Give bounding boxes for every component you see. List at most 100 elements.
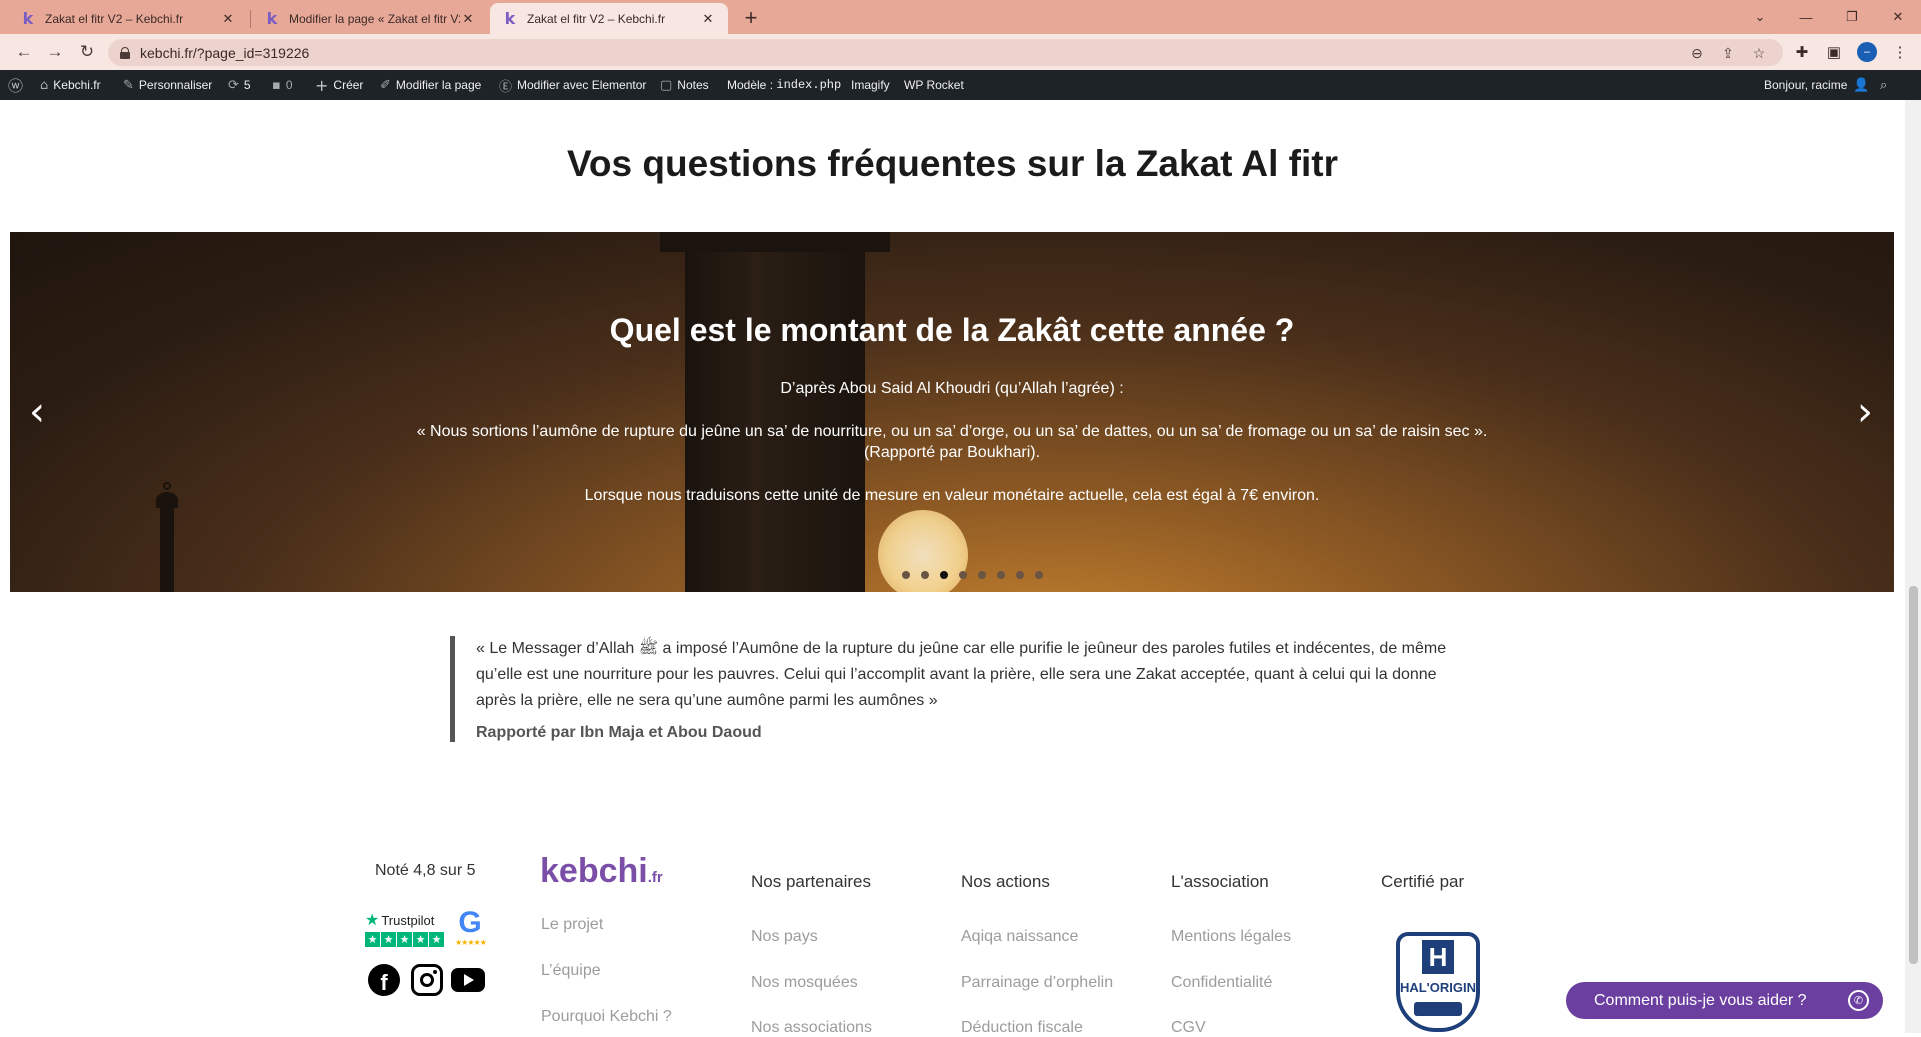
adminbar-elementor[interactable]: Ⓔ Modifier avec Elementor [499, 70, 646, 100]
user-avatar-icon: 👤 [1853, 77, 1870, 93]
faq-carousel[interactable]: Quel est le montant de la Zakât cette an… [10, 232, 1894, 592]
tower-silhouette [685, 232, 865, 592]
brush-icon: ✎ [123, 77, 134, 93]
kebchi-logo[interactable]: kebchi.fr [540, 852, 663, 891]
bookmark-star-icon[interactable]: ☆ [1749, 43, 1769, 63]
slide-text-source: (Rapporté par Boukhari). [863, 444, 1041, 461]
browser-tab-active[interactable]: k Zakat el fitr V2 – Kebchi.fr ✕ [490, 3, 728, 34]
close-window-button[interactable]: ✕ [1875, 3, 1921, 31]
extensions-icon[interactable]: ✚ [1791, 41, 1813, 63]
youtube-icon[interactable] [451, 968, 485, 992]
carousel-dot-active[interactable] [939, 571, 948, 579]
carousel-dot[interactable] [977, 571, 986, 579]
back-button[interactable]: ← [12, 41, 36, 63]
adminbar-imagify[interactable]: Imagify [851, 70, 890, 100]
adminbar-updates[interactable]: ⟳ 5 [228, 70, 251, 100]
forward-button[interactable]: → [43, 41, 67, 63]
adminbar-elementor-label: Modifier avec Elementor [517, 78, 647, 92]
zoom-icon[interactable]: ⊖ [1687, 43, 1707, 63]
url-text: kebchi.fr/?page_id=319226 [140, 44, 310, 61]
brand-name: kebchi [540, 852, 648, 890]
carousel-dot[interactable] [996, 571, 1005, 579]
address-bar[interactable]: kebchi.fr/?page_id=319226 ⊖ ⇪ ☆ [108, 39, 1783, 66]
facebook-icon[interactable]: f [368, 964, 400, 996]
page-scrollbar[interactable] [1905, 100, 1921, 1033]
updates-icon: ⟳ [228, 77, 239, 93]
slide-text-hadith: « Nous sortions l’aumône de rupture du j… [416, 423, 1488, 440]
template-label: Modèle : [727, 78, 774, 92]
wordpress-logo-icon[interactable]: ⓦ [8, 70, 23, 100]
brand-tld: .fr [647, 869, 663, 886]
profile-avatar[interactable]: – [1857, 42, 1877, 62]
adminbar-account[interactable]: Bonjour, racime 👤 [1764, 70, 1870, 100]
carousel-dot[interactable] [1015, 571, 1024, 579]
footer-link-deduction[interactable]: Déduction fiscale [961, 1019, 1083, 1037]
instagram-icon[interactable] [411, 964, 443, 996]
adminbar-site-label: Kebchi.fr [53, 78, 101, 92]
scrollbar-thumb[interactable] [1909, 586, 1918, 964]
close-tab-icon[interactable]: ✕ [700, 11, 716, 27]
footer-heading-actions: Nos actions [961, 872, 1050, 891]
close-tab-icon[interactable]: ✕ [220, 11, 236, 27]
adminbar-new[interactable]: + Créer [315, 70, 363, 100]
footer-link-pays[interactable]: Nos pays [751, 928, 818, 946]
comments-count: 0 [285, 78, 293, 92]
adminbar-wprocket[interactable]: WP Rocket [904, 70, 964, 100]
template-file: index.php [776, 78, 842, 92]
quote-text: « Le Messager d’Allah ﷺ a imposé l’Aumôn… [476, 640, 1447, 709]
halorigin-certification-logo[interactable]: H HAL'ORIGIN [1396, 932, 1480, 1032]
footer-link-cgv[interactable]: CGV [1171, 1019, 1206, 1037]
adminbar-comments[interactable]: ▪ 0 [272, 70, 293, 100]
footer-link-parrainage[interactable]: Parrainage d’orphelin [961, 974, 1113, 992]
footer-link-aqiqa[interactable]: Aqiqa naissance [961, 928, 1078, 946]
elementor-icon: Ⓔ [499, 79, 513, 95]
kebchi-favicon-icon: k [266, 9, 278, 28]
carousel-dot[interactable] [1034, 571, 1043, 579]
certification-h-icon: H [1422, 940, 1454, 974]
carousel-next-arrow-icon[interactable]: › [1850, 389, 1880, 435]
carousel-dot[interactable] [901, 571, 910, 579]
adminbar-notes[interactable]: ▢ Notes [660, 70, 709, 100]
trustpilot-stars-icon: ★ ★ ★ ★ ★ [365, 932, 447, 947]
plus-icon: + [315, 75, 329, 95]
footer-link-confidentialite[interactable]: Confidentialité [1171, 974, 1272, 992]
new-tab-button[interactable]: + [738, 5, 764, 31]
footer-link-equipe[interactable]: L’équipe [541, 962, 601, 980]
adminbar-wprocket-label: WP Rocket [904, 78, 964, 92]
minimize-button[interactable]: — [1783, 3, 1829, 31]
lock-icon[interactable] [120, 47, 130, 59]
reload-button[interactable]: ↻ [75, 41, 99, 63]
carousel-prev-arrow-icon[interactable]: ‹ [22, 389, 52, 435]
share-icon[interactable]: ⇪ [1718, 43, 1738, 63]
carousel-dot[interactable] [920, 571, 929, 579]
adminbar-site[interactable]: ⌂ Kebchi.fr [40, 70, 101, 100]
notes-icon: ▢ [660, 77, 673, 93]
greeting-label: Bonjour, racime [1764, 78, 1848, 92]
sun-image [878, 510, 968, 592]
certification-ribbon [1414, 1002, 1462, 1016]
tab-search-icon[interactable]: ⌄ [1737, 3, 1783, 31]
browser-tab[interactable]: k Zakat el fitr V2 – Kebchi.fr ✕ [8, 3, 248, 34]
google-reviews-badge[interactable]: G ★★★★★ [455, 908, 487, 948]
side-panel-icon[interactable]: ▣ [1823, 41, 1845, 63]
tab-title: Modifier la page « Zakat el fitr V2 [289, 11, 460, 26]
footer-link-mentions[interactable]: Mentions légales [1171, 928, 1291, 946]
footer-link-associations[interactable]: Nos associations [751, 1019, 872, 1037]
restore-button[interactable]: ❐ [1829, 3, 1875, 31]
adminbar-edit-page[interactable]: ✐ Modifier la page [380, 70, 481, 100]
chat-help-button[interactable]: Comment puis-je vous aider ? ✆ [1566, 982, 1883, 1019]
carousel-dot[interactable] [958, 571, 967, 579]
pencil-icon: ✐ [380, 77, 391, 93]
footer-heading-association: L'association [1171, 872, 1269, 891]
adminbar-search-icon[interactable]: ⌕ [1880, 70, 1887, 100]
close-tab-icon[interactable]: ✕ [460, 11, 476, 27]
footer-heading-partners: Nos partenaires [751, 872, 872, 891]
adminbar-template[interactable]: Modèle : index.php [727, 70, 841, 100]
adminbar-customize[interactable]: ✎ Personnaliser [123, 70, 212, 100]
browser-tab[interactable]: k Modifier la page « Zakat el fitr V2 ✕ [252, 3, 488, 34]
footer-link-pourquoi[interactable]: Pourquoi Kebchi ? [541, 1008, 672, 1026]
footer-link-projet[interactable]: Le projet [541, 916, 603, 934]
trustpilot-badge[interactable]: ★ Trustpilot ★ ★ ★ ★ ★ [365, 910, 447, 947]
footer-link-mosquees[interactable]: Nos mosquées [751, 974, 858, 992]
browser-menu-icon[interactable]: ⋮ [1889, 41, 1911, 63]
